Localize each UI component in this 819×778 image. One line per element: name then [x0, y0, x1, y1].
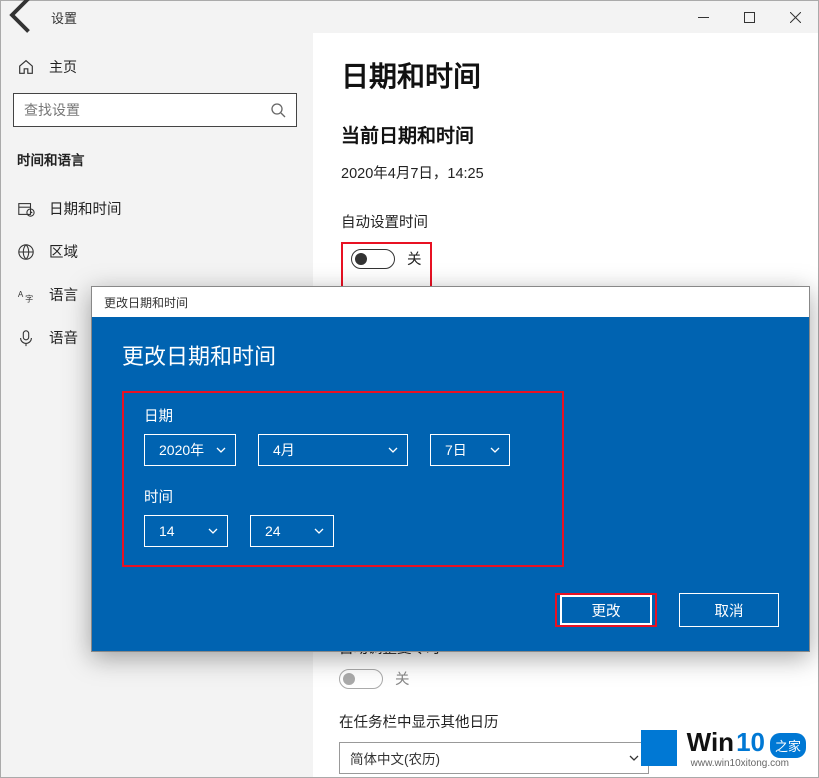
current-datetime-value: 2020年4月7日，14:25 — [341, 162, 790, 183]
chevron-down-icon — [387, 444, 399, 456]
maximize-button[interactable] — [726, 1, 772, 33]
minimize-button[interactable] — [680, 1, 726, 33]
minimize-icon — [698, 12, 709, 23]
sidebar-item-region[interactable]: 区域 — [13, 230, 301, 273]
svg-text:A: A — [18, 289, 24, 298]
sidebar-item-label: 区域 — [49, 241, 78, 262]
watermark-url: www.win10xitong.com — [691, 758, 806, 769]
maximize-icon — [744, 12, 755, 23]
toggle-knob — [343, 673, 355, 685]
language-icon: A字 — [17, 286, 35, 304]
chevron-down-icon — [313, 525, 325, 537]
windows-logo-icon — [641, 730, 677, 766]
titlebar: 设置 — [1, 1, 818, 33]
chevron-down-icon — [207, 525, 219, 537]
arrow-left-icon — [1, 0, 45, 37]
minute-value: 24 — [265, 523, 281, 539]
dialog-heading: 更改日期和时间 — [122, 339, 779, 371]
sidebar-home-label: 主页 — [49, 57, 77, 77]
dialog-titlebar: 更改日期和时间 — [92, 287, 809, 317]
auto-dst-toggle — [339, 669, 383, 689]
sidebar-item-label: 语音 — [49, 327, 78, 348]
globe-icon — [17, 243, 35, 261]
auto-time-toggle-row: 关 — [351, 248, 422, 269]
auto-time-state: 关 — [407, 248, 422, 269]
close-button[interactable] — [772, 1, 818, 33]
month-value: 4月 — [273, 440, 295, 460]
watermark-brand2: 10 — [736, 727, 765, 758]
hour-value: 14 — [159, 523, 175, 539]
page-title: 日期和时间 — [341, 55, 790, 95]
sidebar-item-label: 语言 — [49, 284, 78, 305]
current-datetime-heading: 当前日期和时间 — [341, 121, 790, 148]
search-icon — [270, 102, 286, 118]
other-calendar-select[interactable]: 简体中文(农历) — [339, 742, 649, 774]
date-section-label: 日期 — [144, 405, 542, 426]
hour-select[interactable]: 14 — [144, 515, 228, 547]
svg-text:字: 字 — [25, 293, 33, 303]
dialog-cancel-button[interactable]: 取消 — [679, 593, 779, 627]
chevron-down-icon — [628, 752, 640, 764]
auto-dst-toggle-row: 关 — [339, 668, 798, 689]
minute-select[interactable]: 24 — [250, 515, 334, 547]
year-value: 2020年 — [159, 440, 204, 460]
year-select[interactable]: 2020年 — [144, 434, 236, 466]
sidebar-heading: 时间和语言 — [17, 149, 301, 169]
auto-time-toggle[interactable] — [351, 249, 395, 269]
sidebar-home[interactable]: 主页 — [17, 57, 301, 77]
dialog-ok-highlight: 更改 — [555, 593, 657, 627]
sidebar-item-datetime[interactable]: 日期和时间 — [13, 187, 301, 230]
toggle-knob — [355, 253, 367, 265]
day-select[interactable]: 7日 — [430, 434, 510, 466]
search-input[interactable] — [24, 102, 270, 118]
watermark-zhi: 之家 — [770, 733, 806, 758]
home-icon — [17, 58, 35, 76]
auto-dst-state: 关 — [395, 668, 410, 689]
dialog-ok-button[interactable]: 更改 — [560, 595, 652, 625]
settings-window: 设置 主页 时间和语言 日期和时间 区域 — [0, 0, 819, 778]
microphone-icon — [17, 329, 35, 347]
dialog-ok-label: 更改 — [592, 600, 621, 621]
chevron-down-icon — [215, 444, 227, 456]
dialog-fields-highlight: 日期 2020年 4月 7日 时间 — [122, 391, 564, 567]
month-select[interactable]: 4月 — [258, 434, 408, 466]
dialog-title-text: 更改日期和时间 — [104, 294, 188, 311]
close-icon — [790, 12, 801, 23]
search-box[interactable] — [13, 93, 297, 127]
window-title: 设置 — [51, 8, 77, 27]
auto-time-label: 自动设置时间 — [341, 211, 790, 232]
change-datetime-dialog: 更改日期和时间 更改日期和时间 日期 2020年 4月 7日 — [91, 286, 810, 652]
time-section-label: 时间 — [144, 486, 542, 507]
dialog-cancel-label: 取消 — [715, 600, 744, 621]
chevron-down-icon — [489, 444, 501, 456]
watermark-brand1: Win — [687, 727, 734, 758]
other-calendar-value: 简体中文(农历) — [350, 748, 440, 768]
watermark: Win 10 之家 www.win10xitong.com — [641, 727, 806, 769]
calendar-clock-icon — [17, 200, 35, 218]
sidebar-item-label: 日期和时间 — [49, 198, 122, 219]
day-value: 7日 — [445, 440, 467, 460]
